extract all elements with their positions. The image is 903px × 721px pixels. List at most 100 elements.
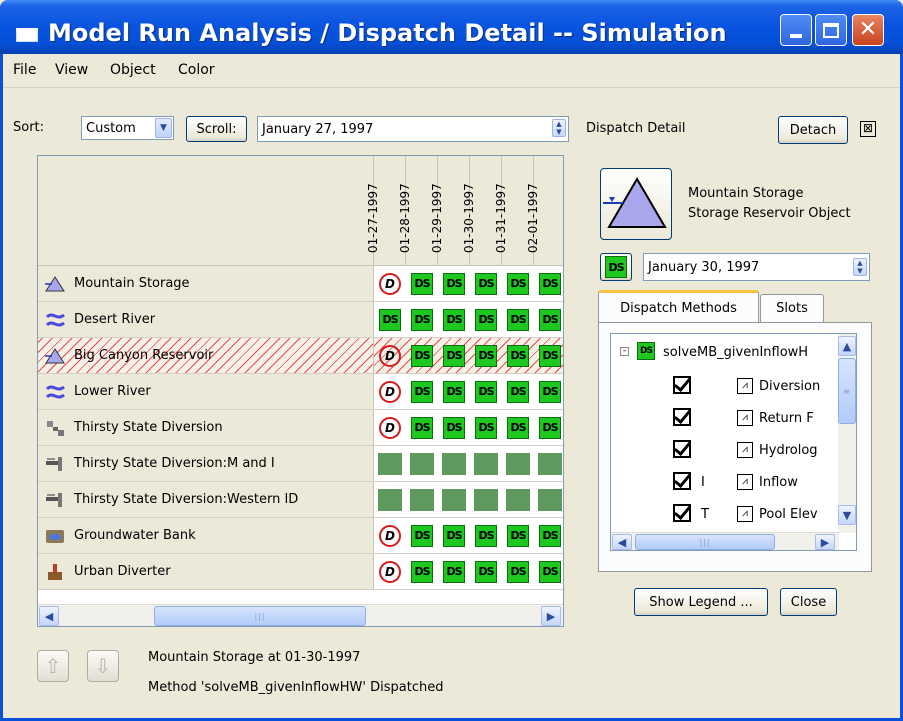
list-item[interactable]: T ⩘ Pool Elev xyxy=(611,498,837,530)
dispatch-cell[interactable]: DS xyxy=(470,302,502,337)
dispatch-cell[interactable] xyxy=(374,446,406,481)
dispatch-cell[interactable]: DS xyxy=(406,266,438,301)
detach-button[interactable]: Detach xyxy=(778,116,848,144)
scrollbar-thumb[interactable]: ||| xyxy=(635,534,775,550)
dispatch-cell[interactable]: DS xyxy=(406,554,438,589)
row-label[interactable]: Urban Diverter xyxy=(38,554,374,589)
scroll-button[interactable]: Scroll: xyxy=(186,116,247,142)
dispatch-cell[interactable]: DS xyxy=(406,302,438,337)
dispatch-cell[interactable]: DS xyxy=(534,518,563,553)
dispatch-cell[interactable]: DS xyxy=(406,410,438,445)
dispatch-cell[interactable]: DS xyxy=(438,266,470,301)
dispatch-cell[interactable]: D xyxy=(374,410,406,445)
dispatch-cell[interactable]: DS xyxy=(534,554,563,589)
dispatch-cell[interactable]: DS xyxy=(438,302,470,337)
dispatch-cell[interactable]: DS xyxy=(406,518,438,553)
dispatch-cell[interactable]: DS xyxy=(438,338,470,373)
tree-root-item[interactable]: - DS solveMB_givenInflowH xyxy=(611,338,837,370)
dispatch-cell[interactable]: DS xyxy=(406,374,438,409)
dispatch-cell[interactable] xyxy=(470,482,502,517)
row-label[interactable]: Desert River xyxy=(38,302,374,337)
scroll-left-icon[interactable]: ◀ xyxy=(612,534,632,550)
menu-view[interactable]: View xyxy=(55,62,88,78)
dispatch-cell[interactable]: DS xyxy=(470,518,502,553)
scrollbar-thumb[interactable]: ≡ xyxy=(838,358,856,424)
menu-file[interactable]: File xyxy=(13,62,36,78)
table-row[interactable]: Big Canyon Reservoir D DS DS DS DS DS xyxy=(38,338,563,374)
dispatch-cell[interactable] xyxy=(374,482,406,517)
sort-select[interactable]: Custom ▼ xyxy=(81,116,174,140)
dispatch-cell[interactable]: DS xyxy=(470,410,502,445)
list-item[interactable]: ⩘ Diversion xyxy=(611,370,837,402)
table-row[interactable]: Mountain Storage D DS DS DS DS DS xyxy=(38,266,563,302)
close-button[interactable]: Close xyxy=(780,588,837,616)
dispatch-cell[interactable]: DS xyxy=(534,302,563,337)
menu-color[interactable]: Color xyxy=(178,62,215,78)
dispatch-cell[interactable]: D xyxy=(374,554,406,589)
dispatch-cell[interactable]: DS xyxy=(438,374,470,409)
row-label[interactable]: Mountain Storage xyxy=(38,266,374,301)
scroll-right-icon[interactable]: ▶ xyxy=(541,606,561,626)
grid-horizontal-scrollbar[interactable]: ◀ ||| ▶ xyxy=(38,604,563,626)
move-up-button[interactable]: ⇧ xyxy=(37,650,69,682)
table-row[interactable]: Thirsty State Diversion:M and I xyxy=(38,446,563,482)
dispatch-cell[interactable]: D xyxy=(374,374,406,409)
move-down-button[interactable]: ⇩ xyxy=(87,650,119,682)
dispatch-cell[interactable]: DS xyxy=(534,410,563,445)
row-label[interactable]: Groundwater Bank xyxy=(38,518,374,553)
dispatch-cell[interactable] xyxy=(502,446,534,481)
dispatch-cell[interactable] xyxy=(470,446,502,481)
list-item[interactable]: ⩘ Hydrolog xyxy=(611,434,837,466)
show-legend-button[interactable]: Show Legend ... xyxy=(634,588,768,616)
dispatch-cell[interactable]: DS xyxy=(502,554,534,589)
scroll-right-icon[interactable]: ▶ xyxy=(815,534,835,550)
maximize-button[interactable] xyxy=(815,14,847,46)
dispatch-cell[interactable]: DS xyxy=(438,410,470,445)
dispatch-cell[interactable]: DS xyxy=(374,302,406,337)
dispatch-cell[interactable] xyxy=(534,482,563,517)
dispatch-cell[interactable]: DS xyxy=(502,266,534,301)
tree-horizontal-scrollbar[interactable]: ◀ ||| ▶ xyxy=(611,532,839,550)
dispatch-cell[interactable]: DS xyxy=(438,518,470,553)
table-row[interactable]: Groundwater Bank D DS DS DS DS DS xyxy=(38,518,563,554)
dispatch-cell[interactable]: DS xyxy=(502,374,534,409)
scrollbar-thumb[interactable]: ||| xyxy=(154,606,366,626)
dispatch-cell[interactable] xyxy=(534,446,563,481)
close-window-button[interactable]: ✕ xyxy=(852,14,884,46)
dispatch-cell[interactable] xyxy=(406,446,438,481)
dispatch-cell[interactable]: DS xyxy=(438,554,470,589)
dispatch-cell[interactable]: DS xyxy=(470,338,502,373)
menu-object[interactable]: Object xyxy=(110,62,156,78)
row-label[interactable]: Thirsty State Diversion:Western ID xyxy=(38,482,374,517)
table-row[interactable]: Lower River D DS DS DS DS DS xyxy=(38,374,563,410)
chevron-down-icon[interactable]: ▼ xyxy=(155,118,172,138)
list-item[interactable]: I ⩘ Inflow xyxy=(611,466,837,498)
scroll-down-icon[interactable]: ▼ xyxy=(838,505,856,525)
tab-slots[interactable]: Slots xyxy=(760,294,824,322)
dispatch-cell[interactable]: DS xyxy=(502,302,534,337)
dispatch-cell[interactable]: DS xyxy=(502,410,534,445)
dispatch-cell[interactable]: DS xyxy=(406,338,438,373)
dispatch-cell[interactable]: DS xyxy=(502,518,534,553)
dispatch-cell[interactable]: DS xyxy=(470,374,502,409)
table-row[interactable]: Desert River DS DS DS DS DS DS xyxy=(38,302,563,338)
minimize-button[interactable] xyxy=(780,14,812,46)
dispatch-cell[interactable]: DS xyxy=(534,266,563,301)
dispatch-cell[interactable]: DS xyxy=(470,554,502,589)
tree-vertical-scrollbar[interactable]: ▲ ≡ ▼ xyxy=(838,334,856,533)
row-label[interactable]: Lower River xyxy=(38,374,374,409)
title-bar[interactable]: Model Run Analysis / Dispatch Detail -- … xyxy=(0,0,903,54)
dispatch-cell[interactable]: D xyxy=(374,338,406,373)
dispatch-cell[interactable] xyxy=(438,482,470,517)
table-row[interactable]: Thirsty State Diversion D DS DS DS DS DS xyxy=(38,410,563,446)
dispatch-cell[interactable] xyxy=(438,446,470,481)
dispatch-cell[interactable]: DS xyxy=(470,266,502,301)
scroll-up-icon[interactable]: ▲ xyxy=(838,336,856,356)
dispatch-cell[interactable]: D xyxy=(374,266,406,301)
row-label[interactable]: Thirsty State Diversion xyxy=(38,410,374,445)
table-row[interactable]: Urban Diverter D DS DS DS DS DS xyxy=(38,554,563,590)
list-item[interactable]: ⩘ Return F xyxy=(611,402,837,434)
dispatch-cell[interactable]: DS xyxy=(534,338,563,373)
dispatch-date-spinner[interactable]: January 30, 1997 ▲ ▼ xyxy=(643,253,870,281)
table-row[interactable]: Thirsty State Diversion:Western ID xyxy=(38,482,563,518)
